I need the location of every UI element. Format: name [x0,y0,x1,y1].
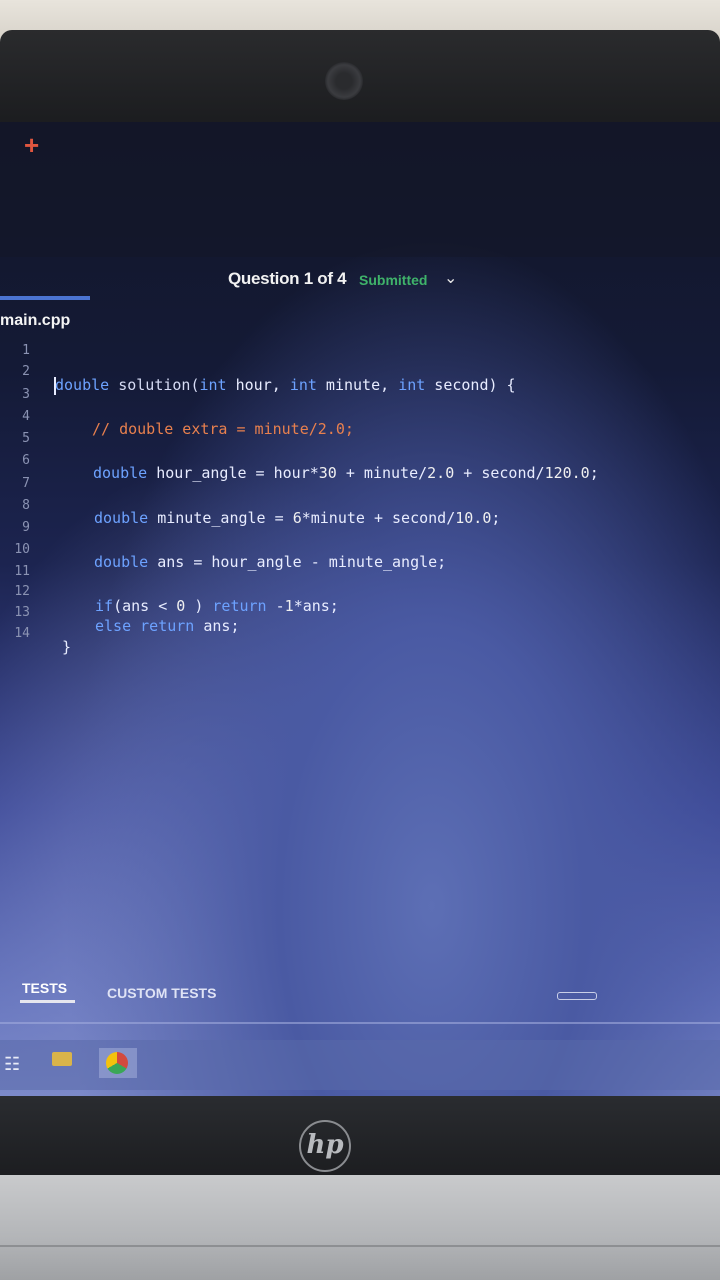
line-text: // double extra = minute/2.0; [92,420,354,438]
line-text: double hour_angle = hour*30 + minute/2.0… [93,464,599,482]
line-number: 14 [14,626,30,641]
code-line: 13 } [0,602,71,656]
code-line: 2 [0,361,54,383]
submitted-status: Submitted [359,272,428,288]
line-number: 12 [14,584,30,599]
line-number: 13 [14,605,30,620]
line-number: 4 [22,409,30,424]
hp-logo: hp [299,1120,351,1172]
chrome-icon[interactable] [106,1052,128,1074]
line-number: 9 [22,520,30,535]
tab-tests[interactable]: TESTS [22,980,67,996]
code-line: 12 else return ans; [0,581,239,635]
code-line: 7 double minute_angle = 6*minute + secon… [0,473,500,527]
code-line: 11 if(ans < 0 ) return -1*ans; [0,561,339,615]
code-line: 14 [0,623,54,645]
tab-custom-tests[interactable]: CUSTOM TESTS [107,985,216,1001]
resize-handle[interactable] [557,992,597,1000]
code-line: 9 double ans = hour_angle - minute_angle… [0,517,446,571]
code-line: 10 [0,539,54,561]
code-line: 1 double solution(int hour, int minute, … [0,340,516,395]
line-number: 7 [22,476,30,491]
browser-top-area [0,122,720,257]
task-view-icon[interactable]: ☷ [4,1054,20,1075]
line-text: else return ans; [95,617,240,635]
file-explorer-icon[interactable] [52,1052,72,1066]
file-tab-indicator [0,296,90,300]
active-tab-underline [20,1000,75,1003]
chevron-down-icon[interactable]: ⌄ [444,268,457,288]
line-text: double ans = hour_angle - minute_angle; [94,553,447,571]
deck-edge [0,1245,720,1247]
code-line: 5 double hour_angle = hour*30 + minute/2… [0,428,599,482]
code-line: 6 [0,450,54,472]
laptop-bottom-bezel [0,1096,720,1178]
line-number: 6 [22,453,30,468]
line-text: } [62,638,72,656]
panel-divider [0,1022,720,1024]
line-text: if(ans < 0 ) return -1*ans; [95,597,339,615]
line-number: 10 [14,542,30,557]
laptop-deck [0,1175,720,1280]
line-number: 2 [22,364,30,379]
code-line: 4 [0,406,54,428]
line-number: 5 [22,431,30,446]
webcam-icon [325,62,363,100]
line-number: 1 [22,343,30,358]
line-number: 11 [14,564,30,579]
file-tab-main-cpp[interactable]: main.cpp [0,312,70,330]
screen: + Question 1 of 4 Submitted ⌄ main.cpp 1… [0,122,720,1102]
line-number: 3 [22,387,30,402]
code-line: 8 [0,495,54,517]
question-title[interactable]: Question 1 of 4 [228,269,347,289]
line-number: 8 [22,498,30,513]
line-text: double minute_angle = 6*minute + second/… [94,509,501,527]
plus-icon[interactable]: + [24,130,39,161]
code-line: 3 // double extra = minute/2.0; [0,384,354,438]
line-text: double solution(int hour, int minute, in… [54,376,516,395]
